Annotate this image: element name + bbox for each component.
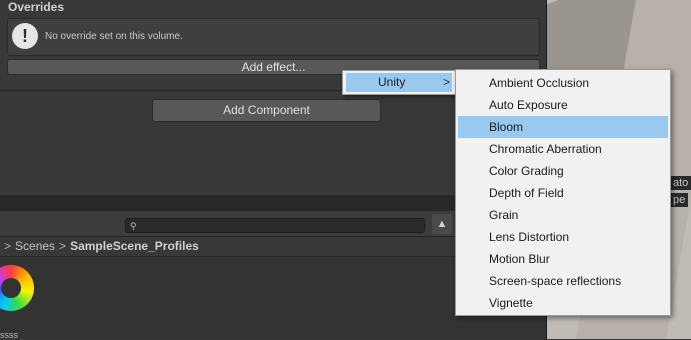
help-text: No override set on this volume. xyxy=(45,31,183,42)
icon-center xyxy=(1,278,21,298)
filter-by-type-button[interactable]: ▲ xyxy=(432,214,452,234)
menu-item-vignette[interactable]: Vignette xyxy=(458,292,668,314)
chevron-right-icon: > xyxy=(443,75,451,89)
chevron-right-icon: > xyxy=(4,239,12,253)
scene-overlay-label: ato xyxy=(670,176,691,190)
breadcrumb-item-current[interactable]: SampleScene_Profiles xyxy=(70,239,199,253)
menu-item-bloom[interactable]: Bloom xyxy=(458,116,668,138)
chevron-right-icon: > xyxy=(59,239,67,253)
breadcrumb-item-scenes[interactable]: Scenes xyxy=(15,239,55,253)
effect-submenu: Ambient Occlusion Auto Exposure Bloom Ch… xyxy=(455,69,671,316)
menu-item-ambient-occlusion[interactable]: Ambient Occlusion xyxy=(458,72,668,94)
scene-overlay-label: pe xyxy=(670,193,689,207)
overrides-title: Overrides xyxy=(8,0,65,14)
menu-item-label: Unity xyxy=(378,75,406,89)
menu-item-screen-space-reflections[interactable]: Screen-space reflections xyxy=(458,270,668,292)
menu-item-lens-distortion[interactable]: Lens Distortion xyxy=(458,226,668,248)
effect-category-menu: Unity > xyxy=(342,70,456,95)
menu-item-motion-blur[interactable]: Motion Blur xyxy=(458,248,668,270)
add-component-button[interactable]: Add Component xyxy=(152,99,381,122)
menu-item-auto-exposure[interactable]: Auto Exposure xyxy=(458,94,668,116)
menu-item-color-grading[interactable]: Color Grading xyxy=(458,160,668,182)
search-icon: ⚲ xyxy=(130,221,137,231)
help-box: ! No override set on this volume. xyxy=(7,18,540,56)
post-process-profile-icon[interactable] xyxy=(0,265,34,311)
search-input[interactable]: ⚲ xyxy=(125,218,425,233)
menu-item-grain[interactable]: Grain xyxy=(458,204,668,226)
menu-item-chromatic-aberration[interactable]: Chromatic Aberration xyxy=(458,138,668,160)
info-icon: ! xyxy=(12,23,38,49)
menu-item-unity[interactable]: Unity > xyxy=(346,73,452,92)
menu-item-depth-of-field[interactable]: Depth of Field xyxy=(458,182,668,204)
